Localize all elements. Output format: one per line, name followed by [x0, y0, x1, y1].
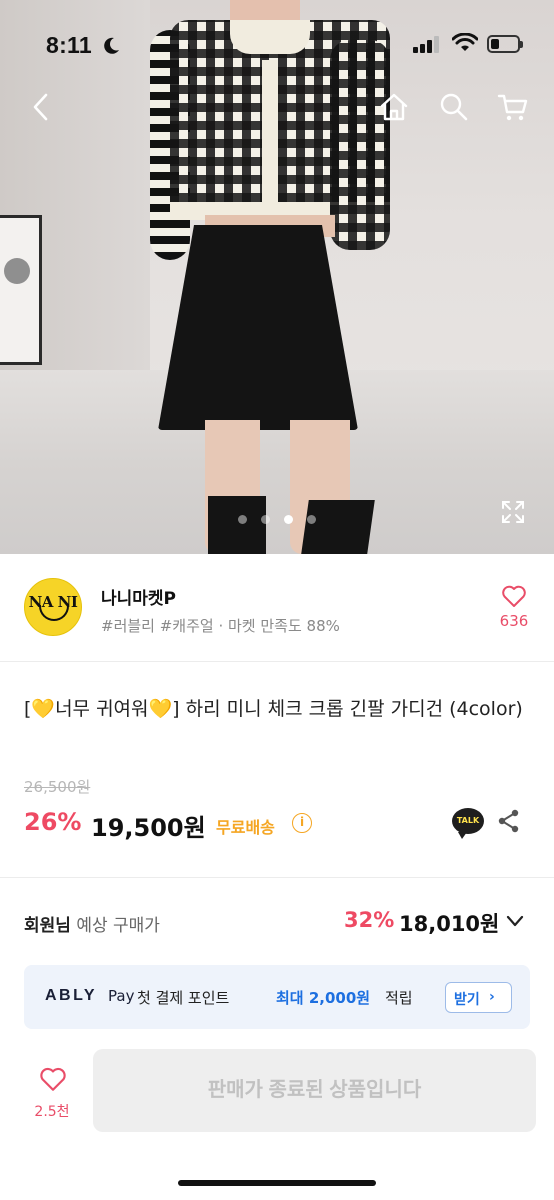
cart-icon [497, 94, 528, 121]
carousel-dot[interactable] [261, 515, 270, 524]
wall-picture-frame [0, 215, 42, 365]
chevron-down-icon[interactable] [504, 910, 526, 932]
black-mini-skirt [158, 225, 358, 430]
model-right-boot [301, 500, 375, 554]
banner-message-prefix: 첫 결제 포인트 [137, 989, 230, 1007]
shop-name[interactable]: 나니마켓P [101, 584, 176, 609]
kakao-talk-button[interactable]: TALK [452, 808, 484, 839]
share-icon[interactable] [496, 808, 522, 834]
banner-message-highlight: 최대 2,000원 [276, 989, 371, 1007]
status-time: 8:11 [46, 32, 92, 58]
heart-outline-icon [40, 1067, 66, 1091]
discount-rate: 26% [24, 808, 82, 836]
wifi-icon [452, 33, 478, 51]
ably-pay-banner[interactable]: ABLY Pay 첫 결제 포인트 최대 2,000원 적립 받기 › [24, 965, 530, 1029]
member-label-sub: 예상 구매가 [70, 916, 160, 936]
chevron-right-icon: › [489, 989, 495, 1005]
member-price: 18,010원 [399, 912, 500, 936]
search-button[interactable] [437, 90, 471, 124]
battery-level [491, 39, 499, 49]
shop-section[interactable] [0, 554, 554, 662]
expand-icon[interactable] [500, 499, 526, 525]
shop-tags: #러블리 #캐주얼 · 마켓 만족도 88% [101, 617, 340, 635]
ably-pay-label: Pay [108, 987, 135, 1005]
product-like-button[interactable] [30, 1066, 76, 1096]
receive-button-label: 받기 [454, 992, 480, 1008]
receive-points-button[interactable]: 받기 › [445, 982, 512, 1013]
product-like-count: 2.5천 [34, 1104, 70, 1120]
model-left-boot [208, 496, 266, 554]
info-icon[interactable]: i [292, 813, 312, 833]
cart-button[interactable] [496, 90, 530, 124]
carousel-indicator [0, 515, 554, 524]
chevron-left-icon [33, 93, 48, 121]
shop-like-count: 636 [499, 612, 529, 630]
member-discount-rate: 32% [344, 908, 395, 932]
status-bar: 8:11 [0, 0, 554, 84]
cellular-signal-icon [413, 35, 439, 53]
smile-icon [39, 605, 69, 621]
search-icon [440, 93, 468, 121]
carousel-dot-active[interactable] [284, 515, 293, 524]
free-shipping-label: 무료배송 [216, 818, 275, 837]
home-icon [380, 93, 408, 121]
original-price: 26,500원 [24, 778, 91, 796]
talk-label: TALK [456, 816, 480, 825]
home-button[interactable] [377, 90, 411, 124]
ably-brand: ABLY [45, 987, 98, 1004]
member-price-label: 회원님 예상 구매가 [24, 911, 160, 936]
battery-icon [487, 35, 523, 53]
section-divider [0, 877, 554, 878]
member-label-bold: 회원님 [24, 916, 71, 936]
product-title: [💛너무 귀여워💛] 하리 미니 체크 크롭 긴팔 가디건 (4color) [24, 698, 523, 720]
sale-price: 19,500원 [91, 814, 206, 842]
carousel-dot[interactable] [307, 515, 316, 524]
banner-message-suffix: 적립 [385, 989, 413, 1007]
shop-favorite-button[interactable] [494, 584, 534, 612]
moon-icon [104, 37, 119, 54]
shop-logo[interactable]: NA NI [24, 578, 82, 636]
home-indicator[interactable] [178, 1180, 376, 1186]
carousel-dot[interactable] [238, 515, 247, 524]
sold-out-button[interactable]: 판매가 종료된 상품입니다 [93, 1049, 536, 1132]
back-button[interactable] [24, 90, 58, 124]
heart-outline-icon [502, 585, 526, 607]
